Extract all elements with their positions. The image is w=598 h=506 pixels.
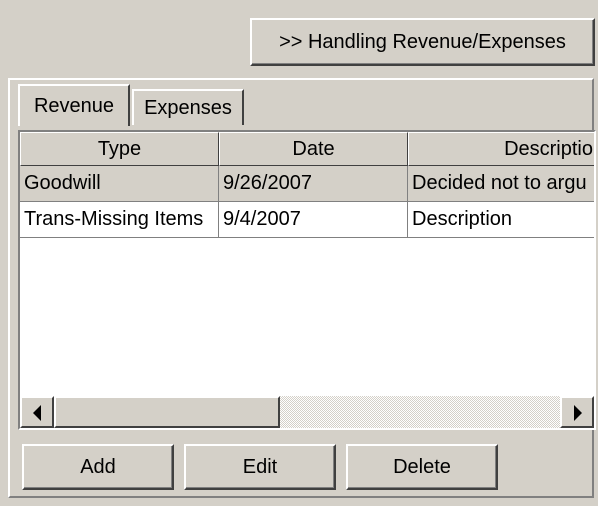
table-row[interactable]: Trans-Missing Items 9/4/2007 Description [20, 202, 594, 238]
cell-description: Description [408, 202, 594, 238]
cell-type: Goodwill [20, 166, 219, 202]
scroll-left-button[interactable] [20, 396, 54, 428]
add-button-label: Add [80, 455, 116, 478]
cell-description: Decided not to argu [408, 166, 594, 202]
column-header-description[interactable]: Descriptio [408, 132, 594, 166]
column-header-description-label: Descriptio [504, 137, 593, 160]
tab-revenue-label: Revenue [33, 94, 115, 117]
handling-button-label: >> Handling Revenue/Expenses [279, 30, 566, 53]
arrow-right-icon [574, 405, 582, 421]
table-row[interactable]: Goodwill 9/26/2007 Decided not to argu [20, 166, 594, 202]
delete-button[interactable]: Delete [346, 444, 498, 490]
cell-date: 9/4/2007 [219, 202, 408, 238]
tab-expenses[interactable]: Expenses [132, 89, 244, 125]
edit-button-label: Edit [242, 455, 278, 478]
tab-revenue[interactable]: Revenue [18, 84, 130, 126]
column-header-type[interactable]: Type [20, 132, 219, 166]
scroll-right-button[interactable] [560, 396, 594, 428]
cell-type: Trans-Missing Items [20, 202, 219, 238]
column-header-date[interactable]: Date [219, 132, 408, 166]
handling-revenue-expenses-button[interactable]: >> Handling Revenue/Expenses [250, 18, 595, 66]
horizontal-scrollbar[interactable] [20, 396, 594, 428]
delete-button-label: Delete [393, 455, 451, 478]
arrow-left-icon [33, 405, 41, 421]
tab-expenses-label: Expenses [144, 96, 232, 119]
column-header-date-label: Date [292, 137, 335, 160]
add-button[interactable]: Add [22, 444, 174, 490]
revenue-grid[interactable]: Type Date Descriptio Goodwill 9/26/2007 … [18, 130, 596, 430]
scroll-thumb[interactable] [54, 396, 280, 428]
column-header-type-label: Type [97, 137, 142, 160]
edit-button[interactable]: Edit [184, 444, 336, 490]
cell-date: 9/26/2007 [219, 166, 408, 202]
